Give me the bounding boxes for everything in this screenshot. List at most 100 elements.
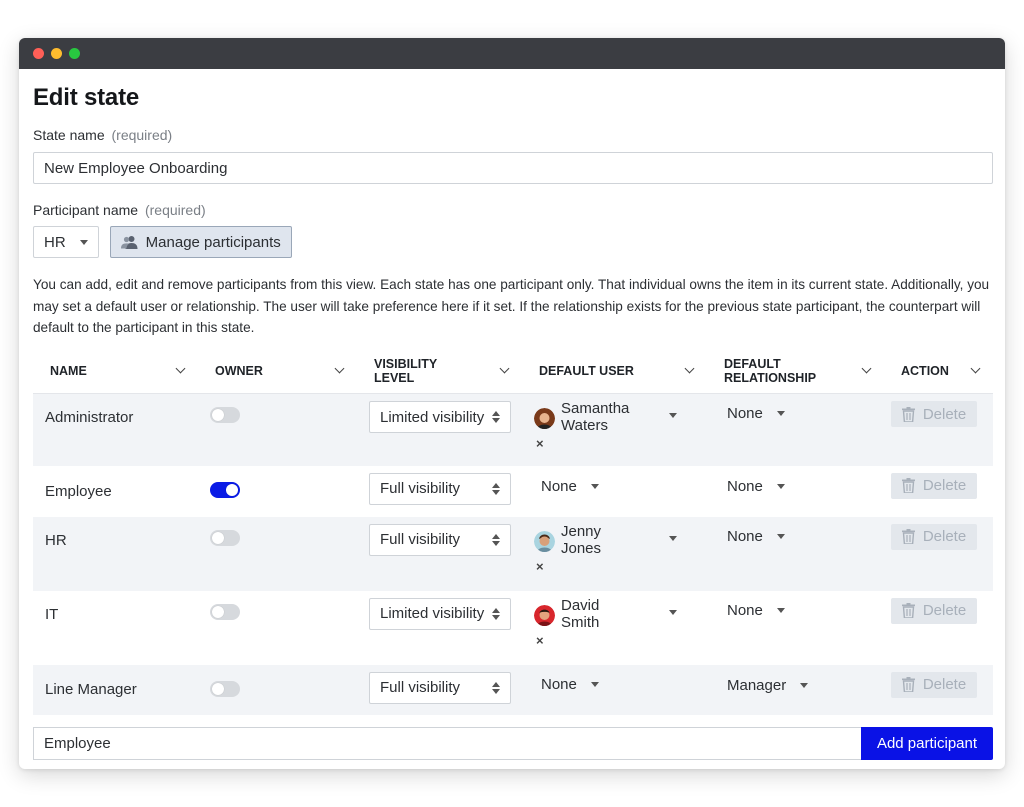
- default-relationship-select[interactable]: None: [719, 478, 884, 495]
- edit-state-form: Edit state State name (required) New Emp…: [33, 69, 993, 760]
- chevron-down-icon: [175, 363, 186, 374]
- table-row: Line Manager Full visibility None Manage…: [33, 664, 993, 715]
- caret-down-icon: [669, 609, 677, 615]
- caret-down-icon: [776, 411, 785, 416]
- page-title: Edit state: [33, 84, 140, 111]
- sort-arrows-icon: [492, 681, 500, 694]
- sort-arrows-icon: [492, 607, 500, 620]
- default-user-first: David: [561, 596, 600, 614]
- owner-toggle[interactable]: [210, 680, 240, 697]
- new-participant-input[interactable]: Employee: [33, 726, 861, 760]
- table-row: IT Limited visibility DavidSmith × None: [33, 591, 993, 665]
- visibility-select[interactable]: Limited visibility: [369, 597, 511, 630]
- sort-arrows-icon: [492, 533, 500, 546]
- trash-icon: [901, 677, 915, 692]
- caret-down-icon: [776, 483, 785, 489]
- state-name-required: (required): [111, 127, 173, 143]
- delete-button[interactable]: Delete: [891, 671, 977, 698]
- default-relationship-select[interactable]: None: [719, 405, 884, 422]
- caret-down-icon: [669, 413, 677, 418]
- trash-icon: [901, 529, 915, 544]
- owner-toggle[interactable]: [210, 481, 240, 498]
- column-header-action[interactable]: ACTION: [884, 348, 993, 394]
- manage-participants-label: Manage participants: [145, 233, 281, 251]
- caret-down-icon: [776, 607, 785, 613]
- column-header-name[interactable]: NAME: [33, 348, 198, 394]
- column-header-owner[interactable]: OWNER: [198, 348, 357, 394]
- default-user-last: Waters: [561, 417, 608, 434]
- participant-select[interactable]: HR: [33, 226, 99, 258]
- app-window: Edit state State name (required) New Emp…: [19, 38, 1005, 769]
- default-relationship-select[interactable]: None: [719, 528, 884, 545]
- default-relationship-select[interactable]: Manager: [719, 677, 884, 694]
- table-row: Employee Full visibility None None Delet…: [33, 466, 993, 517]
- participant-name: IT: [45, 605, 59, 623]
- delete-button[interactable]: Delete: [891, 523, 977, 550]
- caret-down-icon: [79, 239, 88, 245]
- caret-down-icon: [590, 483, 599, 489]
- column-header-default-relationship[interactable]: DEFAULT RELATIONSHIP: [707, 348, 884, 394]
- state-name-input[interactable]: New Employee Onboarding: [33, 152, 993, 184]
- window-titlebar: [19, 38, 1005, 69]
- table-row: HR Full visibility Jenny Jones × None De…: [33, 516, 993, 591]
- add-participant-button[interactable]: Add participant: [861, 726, 993, 760]
- users-icon: [120, 236, 138, 249]
- trash-icon: [901, 603, 915, 618]
- delete-button[interactable]: Delete: [891, 472, 977, 499]
- default-user-select[interactable]: David Smith: [534, 597, 684, 631]
- state-name-label: State name (required): [33, 127, 993, 143]
- chevron-down-icon: [861, 363, 872, 374]
- column-header-default-user[interactable]: DEFAULT USER: [522, 348, 707, 394]
- default-user-first: Jenny: [561, 522, 602, 540]
- remove-user-icon[interactable]: ×: [536, 633, 707, 648]
- trash-icon: [901, 406, 915, 422]
- avatar: [534, 408, 555, 429]
- owner-toggle[interactable]: [210, 603, 240, 620]
- trash-icon: [901, 478, 915, 493]
- table-row: Administrator Limited visibility Samanth…: [33, 393, 993, 466]
- caret-down-icon: [590, 681, 599, 687]
- owner-toggle[interactable]: [210, 529, 240, 546]
- remove-user-icon[interactable]: ×: [536, 436, 707, 451]
- delete-button[interactable]: Delete: [891, 401, 977, 427]
- close-window-button[interactable]: [33, 48, 44, 59]
- chevron-down-icon: [334, 363, 345, 374]
- participant-name-label-text: Participant name: [33, 202, 139, 218]
- participant-name-label: Participant name (required): [33, 202, 993, 218]
- sort-arrows-icon: [492, 411, 500, 423]
- chevron-down-icon: [499, 363, 510, 374]
- column-header-visibility[interactable]: VISIBILITY LEVEL: [357, 348, 522, 394]
- owner-toggle[interactable]: [210, 407, 240, 423]
- visibility-select[interactable]: Full visibility: [369, 472, 511, 505]
- avatar: [534, 530, 555, 552]
- default-user-first: Samantha: [561, 400, 630, 417]
- default-relationship-select[interactable]: None: [719, 602, 884, 619]
- default-user-last: Smith: [561, 613, 600, 631]
- visibility-select[interactable]: Limited visibility: [369, 401, 511, 433]
- default-user-select[interactable]: None: [534, 676, 707, 693]
- help-text: You can add, edit and remove participant…: [33, 277, 990, 335]
- table-header-row: NAME OWNER VISIBILITY LEVEL DEFAULT USER …: [33, 348, 993, 394]
- participant-controls: HR Manage participants: [33, 226, 993, 258]
- participant-name: Line Manager: [33, 664, 198, 715]
- default-user-select[interactable]: Jenny Jones: [534, 523, 684, 557]
- remove-user-icon[interactable]: ×: [536, 559, 707, 574]
- delete-button[interactable]: Delete: [891, 597, 977, 624]
- avatar: [534, 604, 555, 626]
- participants-table: NAME OWNER VISIBILITY LEVEL DEFAULT USER …: [33, 348, 993, 715]
- participant-name-required: (required): [144, 202, 206, 218]
- default-user-select[interactable]: Samantha Waters: [534, 400, 684, 434]
- minimize-window-button[interactable]: [51, 48, 62, 59]
- participant-name: Administrator: [33, 393, 198, 466]
- visibility-select[interactable]: Full visibility: [369, 671, 511, 704]
- default-user-last: Jones: [561, 539, 602, 557]
- participant-select-value: HR: [44, 233, 66, 251]
- caret-down-icon: [800, 682, 809, 688]
- participant-name: Employee: [45, 482, 112, 500]
- manage-participants-button[interactable]: Manage participants: [109, 226, 292, 258]
- visibility-select[interactable]: Full visibility: [369, 523, 511, 556]
- sort-arrows-icon: [492, 482, 500, 495]
- maximize-window-button[interactable]: [69, 48, 80, 59]
- caret-down-icon: [669, 535, 677, 541]
- default-user-select[interactable]: None: [534, 478, 707, 495]
